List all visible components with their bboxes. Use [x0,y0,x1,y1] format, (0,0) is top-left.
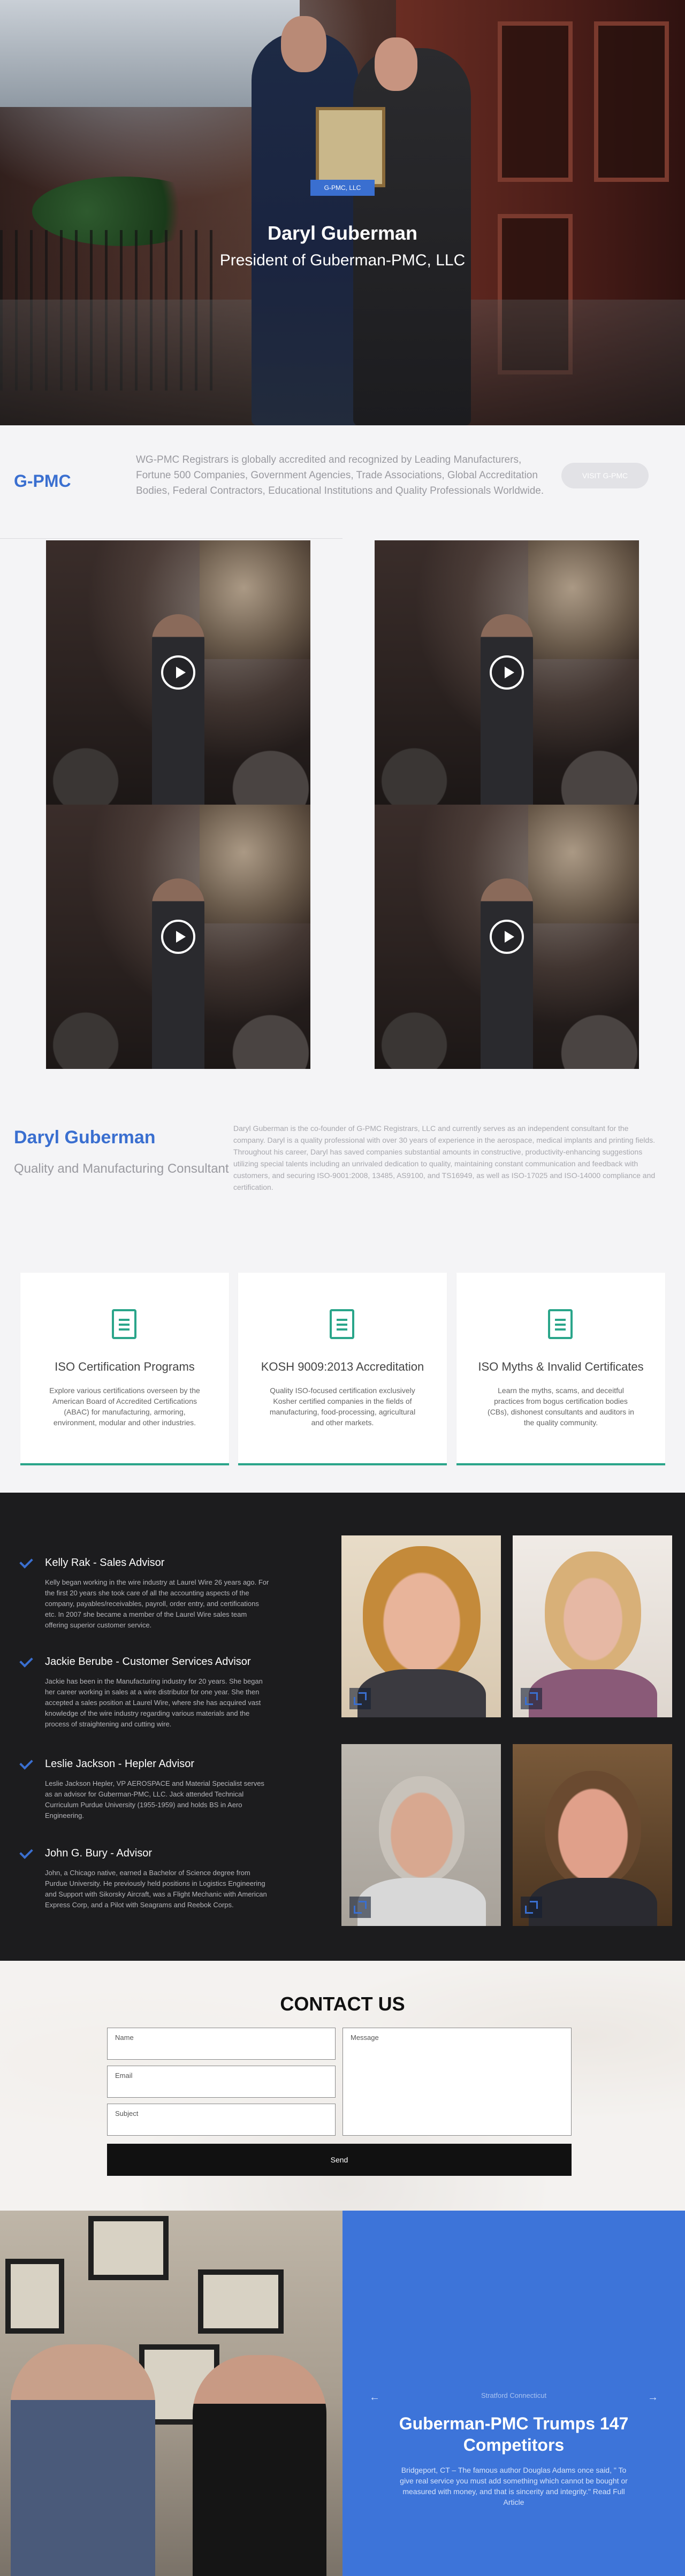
team-photo-jackie[interactable] [513,1535,672,1717]
member-bio: Leslie Jackson Hepler, VP AEROSPACE and … [45,1779,264,1820]
video-painting [528,805,639,924]
hero-person-right-head [375,37,417,91]
contact-section: CONTACT US Name Email Subject Message Se… [0,1961,685,2211]
expand-icon[interactable] [521,1897,542,1918]
team-photo-kelly[interactable] [341,1535,501,1717]
video-audience [46,989,310,1069]
play-icon[interactable] [490,920,524,954]
video-audience [375,989,639,1069]
about-subtitle: Quality and Manufacturing Consultant [14,1161,229,1176]
video-painting [199,805,310,924]
visit-button[interactable]: VISIT G-PMC [561,463,649,488]
portrait-face [363,1546,481,1685]
check-icon [19,1555,33,1569]
portrait-shoulders [357,1878,486,1926]
check-icon [19,1654,33,1668]
play-icon[interactable] [161,655,195,690]
about-title: Daryl Guberman [14,1127,156,1148]
video-tile[interactable] [46,540,310,805]
feature-card[interactable]: ISO Myths & Invalid Certificates Learn t… [456,1273,665,1465]
card-text: Learn the myths, scams, and deceitful pr… [488,1386,634,1427]
section-divider [0,538,342,539]
check-icon [19,1756,33,1770]
news-body: Bridgeport, CT – The famous author Dougl… [400,2466,628,2506]
feature-card[interactable]: ISO Certification Programs Explore vario… [20,1273,229,1465]
member-name: Leslie Jackson - Hepler Advisor [45,1758,195,1770]
expand-icon[interactable] [349,1897,371,1918]
card-title: ISO Certification Programs [55,1360,195,1373]
member-name: Jackie Berube - Customer Services Adviso… [45,1656,251,1668]
expand-icon[interactable] [349,1688,371,1709]
card-text: Quality ISO-focused certification exclus… [269,1386,416,1427]
video-painting [528,540,639,660]
member-bio: Jackie has been in the Manufacturing ind… [45,1677,263,1728]
portrait-face [545,1771,641,1889]
hero-tag-button[interactable]: G-PMC, LLC [310,180,375,196]
photo-person-right [193,2355,326,2576]
hero-section: G-PMC, LLC Daryl Guberman President of G… [0,0,685,425]
member-name: John G. Bury - Advisor [45,1847,153,1859]
document-icon [548,1309,573,1339]
member-bio: John, a Chicago native, earned a Bachelo… [45,1869,267,1909]
wall-frame [5,2259,64,2334]
handshake-photo [0,2211,342,2576]
document-icon [330,1309,354,1339]
message-field[interactable]: Message [342,2028,572,2136]
photo-person-left [11,2344,155,2576]
news-section: ← → Stratford Connecticut Guberman-PMC T… [342,2211,685,2576]
news-location: Stratford Connecticut [481,2391,547,2399]
news-title[interactable]: Guberman-PMC Trumps 147 Competitors [385,2413,642,2456]
hero-person-left-head [281,16,326,72]
check-icon [19,1845,33,1859]
hero-title: Daryl Guberman [267,222,418,244]
team-photo-leslie[interactable] [341,1744,501,1926]
wall-frame [88,2216,169,2280]
member-name: Kelly Rak - Sales Advisor [45,1557,165,1569]
hero-certificate-frame [316,107,385,187]
card-text: Explore various certifications overseen … [49,1386,200,1427]
feature-card[interactable]: KOSH 9009:2013 Accreditation Quality ISO… [238,1273,447,1465]
team-section: Kelly Rak - Sales Advisor Kelly began wo… [0,1493,685,1961]
portrait-shoulders [529,1878,657,1926]
hero-window [498,21,573,182]
team-photo-john[interactable] [513,1744,672,1926]
card-title: ISO Myths & Invalid Certificates [478,1360,644,1373]
video-tile[interactable] [375,540,639,805]
logo[interactable]: G-PMC [14,471,71,491]
intro-text: WG-PMC Registrars is globally accredited… [136,454,544,496]
video-tile[interactable] [375,805,639,1069]
email-field[interactable]: Email [107,2066,336,2098]
card-title: KOSH 9009:2013 Accreditation [261,1360,424,1373]
hero-subtitle: President of Guberman-PMC, LLC [219,251,466,269]
expand-icon[interactable] [521,1688,542,1709]
portrait-face [379,1776,465,1883]
video-audience [46,725,310,805]
name-field[interactable]: Name [107,2028,336,2060]
subject-field[interactable]: Subject [107,2104,336,2136]
portrait-shoulders [529,1669,657,1717]
video-tile[interactable] [46,805,310,1069]
document-icon [112,1309,136,1339]
play-icon[interactable] [490,655,524,690]
intro-section: G-PMC WG-PMC Registrars is globally accr… [0,425,685,540]
hero-window [594,21,669,182]
video-audience [375,725,639,805]
about-text: Daryl Guberman is the co-founder of G-PM… [233,1124,656,1191]
send-button[interactable]: Send [107,2144,572,2176]
play-icon[interactable] [161,920,195,954]
portrait-face [545,1551,641,1675]
wall-frame [198,2269,284,2334]
video-painting [199,540,310,660]
contact-title: CONTACT US [280,1993,405,2015]
portrait-shoulders [357,1669,486,1717]
member-bio: Kelly began working in the wire industry… [45,1578,269,1629]
